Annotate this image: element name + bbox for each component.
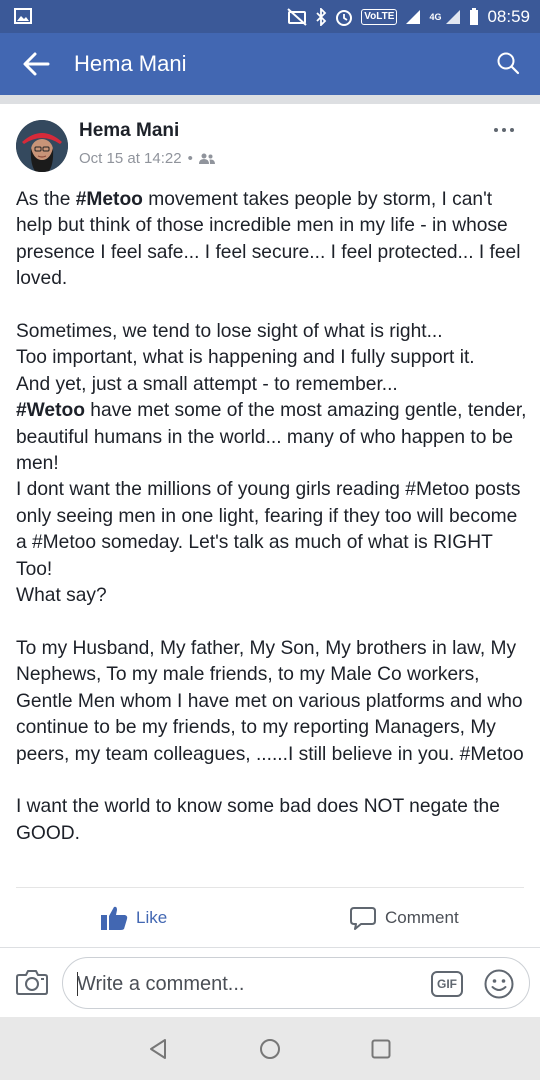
post-paragraph-4: I want the world to know some bad does N…: [16, 796, 500, 844]
comment-placeholder: Write a comment...: [77, 973, 245, 995]
recents-square-icon[interactable]: [369, 1037, 393, 1061]
gif-button[interactable]: GIF: [431, 971, 463, 997]
post-paragraph-2-line-6: What say?: [16, 585, 107, 607]
status-bar: VoLTE 4G 08:59: [0, 0, 540, 33]
like-label: Like: [136, 908, 168, 927]
text-span: have met some of the most amazing gentle…: [16, 400, 527, 475]
network-type: 4G: [429, 11, 442, 22]
camera-icon[interactable]: [16, 968, 48, 996]
post-meta: Oct 15 at 14:22 •: [79, 150, 215, 167]
back-triangle-icon[interactable]: [146, 1037, 170, 1061]
system-nav-bar: [0, 1017, 540, 1080]
signal-icon: [406, 9, 421, 24]
bluetooth-icon: [316, 7, 327, 26]
more-options-icon[interactable]: [492, 120, 516, 140]
hashtag-wetoo[interactable]: #Wetoo: [16, 400, 85, 421]
post-paragraph-2-line-2: Too important, what is happening and I f…: [16, 347, 475, 369]
signal-icon-2: [446, 9, 461, 24]
page-title: Hema Mani: [74, 51, 187, 76]
post-author[interactable]: Hema Mani: [79, 120, 179, 142]
post-paragraph-2-line-4: #Wetoo have met some of the most amazing…: [16, 398, 528, 477]
post-body: As the #Metoo movement takes people by s…: [16, 187, 528, 847]
alarm-icon: [336, 9, 353, 26]
app-header: Hema Mani: [0, 33, 540, 95]
image-notification-icon: [14, 8, 32, 24]
comment-icon: [350, 907, 376, 930]
profile-photo-icon: [16, 120, 68, 172]
hashtag-metoo[interactable]: #Metoo: [76, 189, 143, 210]
comment-button[interactable]: Comment: [350, 900, 459, 936]
post-card: Hema Mani Oct 15 at 14:22 • As the #Meto…: [0, 104, 540, 947]
post-paragraph-2-line-3: And yet, just a small attempt - to remem…: [16, 373, 398, 395]
home-circle-icon[interactable]: [258, 1037, 282, 1061]
text-span: As the: [16, 189, 76, 210]
comment-label: Comment: [385, 908, 459, 927]
like-button[interactable]: Like: [100, 900, 167, 936]
post-timestamp[interactable]: Oct 15 at 14:22: [79, 150, 182, 167]
comment-input[interactable]: Write a comment... GIF: [62, 957, 530, 1009]
notifications-off-icon: [287, 7, 307, 26]
post-paragraph-3: To my Husband, My father, My Son, My bro…: [16, 637, 524, 765]
avatar[interactable]: [16, 120, 68, 172]
thumbs-up-icon: [101, 906, 128, 930]
post-paragraph-2-line-1: Sometimes, we tend to lose sight of what…: [16, 321, 443, 343]
volte-badge: VoLTE: [361, 8, 398, 25]
back-arrow-icon[interactable]: [22, 51, 50, 77]
emoji-icon[interactable]: [483, 968, 515, 1000]
battery-icon: [470, 7, 479, 25]
clock: 08:59: [487, 6, 530, 26]
post-actions: Like Comment: [0, 900, 540, 936]
comment-composer: Write a comment... GIF: [0, 947, 540, 1017]
feed-separator: [0, 95, 540, 104]
search-icon[interactable]: [496, 51, 520, 75]
post-paragraph-1: As the #Metoo movement takes people by s…: [16, 187, 528, 293]
friends-icon: [198, 153, 215, 164]
action-divider: [16, 887, 524, 888]
meta-separator: •: [187, 150, 193, 167]
post-paragraph-2-line-5: I dont want the millions of young girls …: [16, 479, 521, 580]
